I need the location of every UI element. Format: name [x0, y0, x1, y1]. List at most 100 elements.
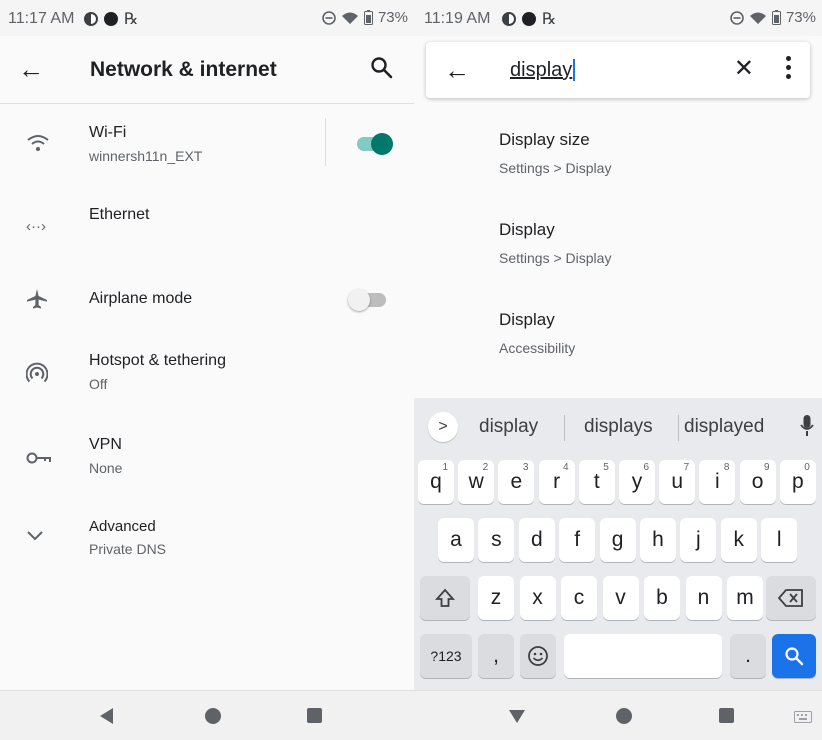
settings-item-vpn[interactable]: VPN None	[0, 420, 414, 504]
settings-search-screen: 11:19 AM ℞ 73% ← display ✕ Display size …	[414, 0, 822, 740]
key-letter: r	[553, 470, 561, 493]
key-letter: y	[631, 470, 643, 493]
backspace-icon	[777, 589, 803, 607]
settings-item-title: Ethernet	[89, 206, 150, 223]
result-path: Settings > Display	[499, 250, 612, 266]
key-hint-number: 8	[723, 462, 730, 473]
close-icon[interactable]: ✕	[734, 54, 754, 83]
emoji-key[interactable]	[520, 634, 556, 678]
more-vert-icon[interactable]	[786, 56, 792, 80]
letter-key[interactable]: x	[519, 576, 556, 620]
space-key[interactable]	[564, 634, 722, 678]
result-title: Display	[499, 220, 555, 239]
status-bar: 11:17 AM ℞ 73%	[0, 0, 414, 36]
settings-item-airplane-mode[interactable]: Airplane mode	[0, 266, 414, 336]
settings-item-ethernet[interactable]: ‹··› Ethernet	[0, 186, 414, 266]
nav-recents-icon[interactable]	[307, 708, 322, 723]
letter-key[interactable]: n	[685, 576, 722, 620]
key-letter: i	[715, 470, 720, 493]
letter-key[interactable]: i8	[699, 460, 736, 504]
letter-key[interactable]: t5	[578, 460, 615, 504]
letter-key[interactable]: y6	[619, 460, 655, 504]
settings-item-hotspot[interactable]: Hotspot & tethering Off	[0, 336, 414, 420]
letter-key[interactable]: f	[559, 518, 596, 562]
key-letter: u	[671, 470, 684, 493]
period-key[interactable]: .	[730, 634, 766, 678]
battery-icon	[363, 10, 373, 25]
suggestion-item[interactable]: displays	[584, 416, 653, 438]
key-letter: o	[751, 470, 764, 493]
letter-key[interactable]: a	[438, 518, 474, 562]
letter-key[interactable]: e3	[498, 460, 535, 504]
airplane-mode-toggle[interactable]	[348, 287, 386, 311]
mic-icon[interactable]	[800, 414, 814, 438]
back-arrow-icon[interactable]: ←	[444, 55, 470, 86]
letter-key[interactable]: d	[518, 518, 555, 562]
settings-item-advanced[interactable]: Advanced Private DNS	[0, 504, 414, 574]
prescription-icon: ℞	[124, 9, 139, 28]
status-system-icons: 73%	[730, 9, 816, 26]
status-time: 11:17 AM	[8, 10, 75, 27]
letter-key[interactable]: j	[680, 518, 717, 562]
settings-item-title: VPN	[89, 436, 122, 453]
status-notification-icons: ℞	[84, 9, 138, 28]
letter-key[interactable]: u7	[659, 460, 696, 504]
shift-key[interactable]	[420, 576, 470, 620]
nav-back-icon[interactable]	[100, 708, 113, 724]
letter-key[interactable]: g	[599, 518, 636, 562]
letter-key[interactable]: c	[561, 576, 597, 620]
search-icon[interactable]	[368, 54, 396, 82]
suggestion-item[interactable]: displayed	[684, 416, 764, 438]
nav-recents-icon[interactable]	[719, 708, 734, 723]
search-key[interactable]	[772, 634, 816, 678]
wifi-signal-icon	[749, 12, 766, 24]
backspace-key[interactable]	[766, 576, 816, 620]
result-path: Settings > Display	[499, 160, 612, 176]
letter-key[interactable]: k	[720, 518, 757, 562]
letter-key[interactable]: w2	[458, 460, 495, 504]
keyboard-switch-icon[interactable]	[794, 711, 812, 723]
letter-key[interactable]: s	[478, 518, 515, 562]
letter-key[interactable]: q1	[418, 460, 454, 504]
letter-key[interactable]: o9	[739, 460, 776, 504]
letter-key[interactable]: l	[761, 518, 798, 562]
toggle-thumb	[348, 289, 370, 311]
key-hint-number: 4	[563, 462, 569, 473]
search-icon	[785, 647, 804, 666]
back-arrow-icon[interactable]: ←	[18, 54, 44, 85]
settings-item-subtitle: None	[89, 460, 123, 476]
search-input[interactable]: display	[510, 59, 576, 81]
settings-item-wifi[interactable]: Wi-Fi winnersh11n_EXT	[0, 104, 414, 186]
letter-key[interactable]: r4	[538, 460, 575, 504]
letter-key[interactable]: v	[602, 576, 639, 620]
on-screen-keyboard: > display displays displayed q1w2e3r4t5y…	[414, 398, 822, 690]
nav-home-icon[interactable]	[616, 708, 632, 724]
settings-item-subtitle: Private DNS	[89, 541, 167, 557]
comma-key[interactable]: ,	[478, 634, 514, 678]
letter-key[interactable]: z	[478, 576, 514, 620]
letter-key[interactable]: h	[640, 518, 676, 562]
search-result[interactable]: Display Accessibility	[414, 292, 822, 382]
battery-percent: 73%	[377, 9, 408, 26]
vpn-key-icon	[26, 452, 51, 464]
emoji-icon	[528, 646, 548, 666]
search-result[interactable]: Display Settings > Display	[414, 202, 822, 292]
nav-back-icon[interactable]	[509, 710, 525, 723]
settings-item-subtitle: Off	[89, 376, 108, 392]
letter-key[interactable]: m	[727, 576, 763, 620]
letter-key[interactable]: b	[644, 576, 680, 620]
letter-key[interactable]: p0	[779, 460, 816, 504]
key-letter: e	[510, 470, 523, 493]
search-result[interactable]: Display size Settings > Display	[414, 112, 822, 202]
key-letter: t	[593, 470, 600, 493]
suggestion-item[interactable]: display	[479, 416, 538, 438]
wifi-toggle[interactable]	[357, 131, 395, 155]
data-saver-icon	[502, 11, 516, 26]
nav-home-icon[interactable]	[205, 708, 221, 724]
do-not-disturb-icon	[730, 10, 744, 25]
expand-suggestions-button[interactable]: >	[428, 412, 458, 442]
key-hint-number: 7	[683, 462, 690, 473]
key-hint-number: 9	[764, 462, 770, 473]
settings-item-title: Airplane mode	[89, 290, 193, 307]
symbols-key[interactable]: ?123	[420, 634, 472, 678]
